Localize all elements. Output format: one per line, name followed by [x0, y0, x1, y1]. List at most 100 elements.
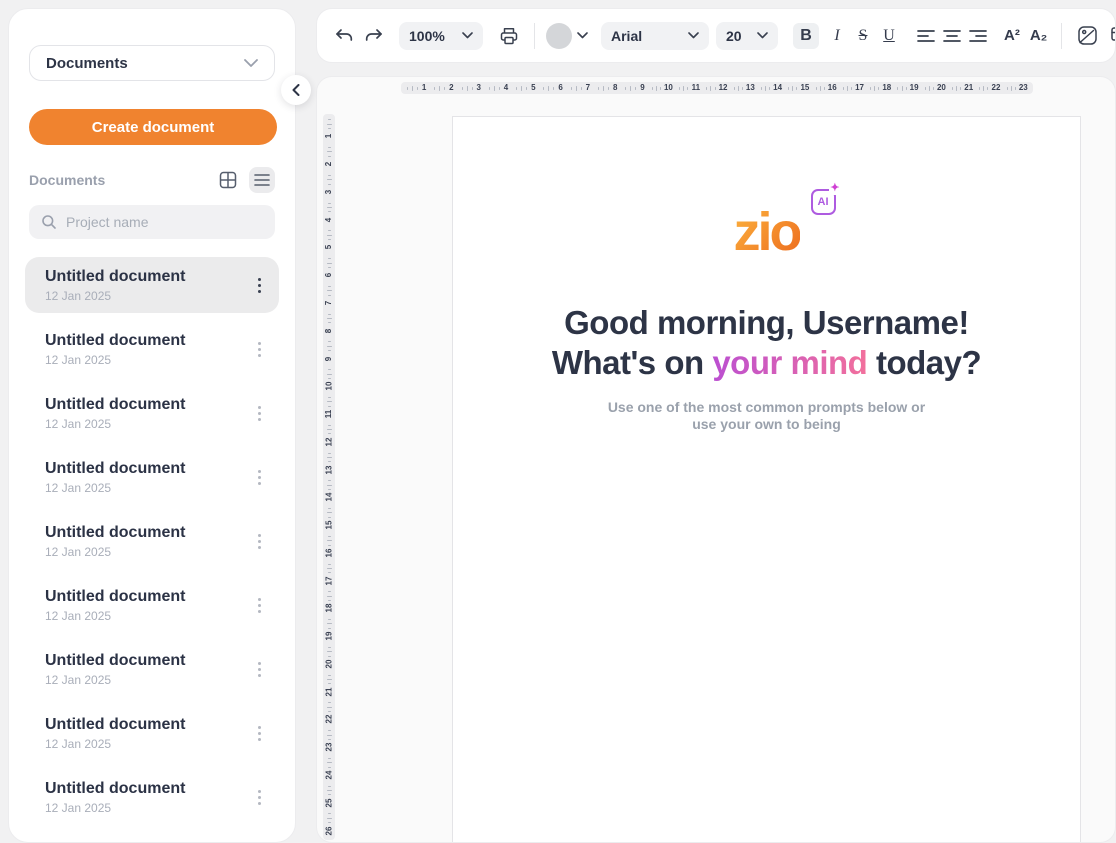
- document-options-kebab-icon[interactable]: [254, 402, 265, 425]
- undo-icon: [334, 27, 354, 45]
- grid-view-icon: [219, 171, 237, 189]
- bold-button[interactable]: B: [793, 23, 819, 49]
- ruler-cell: 15: [323, 505, 335, 533]
- document-title: Untitled document: [45, 588, 254, 606]
- document-list-item[interactable]: Untitled document 12 Jan 2025: [25, 449, 279, 505]
- ruler-cell: 7: [323, 283, 335, 311]
- sidebar-collapse-button[interactable]: [281, 75, 311, 105]
- ruler-number: 21: [964, 84, 973, 92]
- search-input[interactable]: [66, 214, 263, 230]
- ruler-number: 12: [719, 84, 728, 92]
- document-list-item[interactable]: Untitled document 12 Jan 2025: [25, 641, 279, 697]
- ruler-number: 14: [325, 493, 333, 502]
- document-title: Untitled document: [45, 396, 254, 414]
- font-family-dropdown[interactable]: Arial: [601, 22, 709, 50]
- document-options-kebab-icon[interactable]: [254, 594, 265, 617]
- zio-logo: zio AI ✦: [734, 205, 800, 259]
- document-options-kebab-icon[interactable]: [254, 786, 265, 809]
- superscript-button[interactable]: A²: [1002, 27, 1022, 44]
- ruler-number: 17: [325, 576, 333, 585]
- zoom-level-dropdown[interactable]: 100%: [399, 22, 483, 50]
- redo-button[interactable]: [361, 23, 387, 49]
- table-add-icon: [1110, 25, 1116, 46]
- document-list-item[interactable]: Untitled document 12 Jan 2025: [25, 705, 279, 761]
- ruler-cell: 24: [323, 755, 335, 783]
- documents-list-header: Documents: [29, 167, 275, 193]
- align-right-icon: [969, 29, 987, 43]
- ruler-cell: 13: [323, 449, 335, 477]
- text-color-dropdown[interactable]: [546, 23, 588, 49]
- ai-badge-label: AI: [818, 196, 829, 208]
- strikethrough-button[interactable]: S: [850, 23, 876, 49]
- document-type-dropdown[interactable]: Documents: [29, 45, 275, 81]
- document-title: Untitled document: [45, 332, 254, 350]
- ruler-number: 17: [855, 84, 864, 92]
- font-size-value: 20: [726, 28, 742, 44]
- ruler-cell: 16: [323, 532, 335, 560]
- ruler-cell: 20: [922, 82, 949, 94]
- document-options-kebab-icon[interactable]: [254, 722, 265, 745]
- ruler-cell: 23: [1004, 82, 1031, 94]
- ruler-number: 24: [325, 771, 333, 780]
- ruler-number: 7: [586, 84, 590, 92]
- document-page[interactable]: zio AI ✦ Good morning, Username! What's …: [452, 116, 1081, 843]
- ruler-cell: 10: [649, 82, 676, 94]
- document-list-item[interactable]: Untitled document 12 Jan 2025: [25, 385, 279, 441]
- document-options-kebab-icon[interactable]: [254, 274, 265, 297]
- ai-badge-icon: AI ✦: [811, 189, 836, 215]
- undo-button[interactable]: [331, 23, 357, 49]
- create-document-button[interactable]: Create document: [29, 109, 277, 145]
- search-box: [29, 205, 275, 239]
- document-item-texts: Untitled document 12 Jan 2025: [45, 268, 254, 303]
- document-date: 12 Jan 2025: [45, 353, 254, 367]
- document-options-kebab-icon[interactable]: [254, 530, 265, 553]
- ruler-cell: 19: [894, 82, 921, 94]
- ruler-number: 11: [692, 84, 700, 92]
- ruler-cell: 19: [323, 616, 335, 644]
- align-right-button[interactable]: [965, 23, 991, 49]
- document-options-kebab-icon[interactable]: [254, 658, 265, 681]
- document-list-item[interactable]: Untitled document 12 Jan 2025: [25, 321, 279, 377]
- ruler-number: 22: [325, 715, 333, 724]
- ruler-cell: 25: [323, 782, 335, 810]
- align-center-button[interactable]: [939, 23, 965, 49]
- ruler-cell: 4: [323, 199, 335, 227]
- document-list-item[interactable]: Untitled document 12 Jan 2025: [25, 257, 279, 313]
- ruler-number: 2: [325, 162, 333, 166]
- italic-button[interactable]: I: [824, 23, 850, 49]
- document-item-texts: Untitled document 12 Jan 2025: [45, 332, 254, 367]
- print-button[interactable]: [496, 23, 522, 49]
- subscript-button[interactable]: A₂: [1028, 27, 1050, 44]
- ruler-cell: 2: [430, 82, 457, 94]
- ruler-cell: 3: [323, 172, 335, 200]
- document-list-item[interactable]: Untitled document 12 Jan 2025: [25, 513, 279, 569]
- document-options-kebab-icon[interactable]: [254, 338, 265, 361]
- underline-button[interactable]: U: [876, 23, 902, 49]
- list-view-button[interactable]: [249, 167, 275, 193]
- document-list-item[interactable]: Untitled document 12 Jan 2025: [25, 769, 279, 825]
- font-size-dropdown[interactable]: 20: [716, 22, 778, 50]
- image-icon: [1077, 25, 1098, 46]
- subtitle-line1: Use one of the most common prompts below…: [608, 399, 925, 415]
- insert-table-button[interactable]: [1108, 23, 1116, 49]
- redo-icon: [364, 27, 384, 45]
- document-date: 12 Jan 2025: [45, 673, 254, 687]
- align-left-button[interactable]: [913, 23, 939, 49]
- ruler-number: 15: [800, 84, 809, 92]
- document-item-texts: Untitled document 12 Jan 2025: [45, 588, 254, 623]
- document-options-kebab-icon[interactable]: [254, 466, 265, 489]
- ruler-number: 13: [746, 84, 755, 92]
- ruler-number: 11: [325, 410, 333, 418]
- sparkle-icon: ✦: [829, 182, 840, 195]
- ruler-number: 20: [325, 659, 333, 668]
- ruler-cell: 6: [539, 82, 566, 94]
- ruler-cell: 16: [812, 82, 839, 94]
- ruler-cell: 1: [403, 82, 430, 94]
- ruler-cell: 3: [458, 82, 485, 94]
- document-list-item[interactable]: Untitled document 12 Jan 2025: [25, 577, 279, 633]
- document-date: 12 Jan 2025: [45, 481, 254, 495]
- ruler-number: 15: [325, 521, 333, 530]
- ruler-number: 16: [325, 548, 333, 557]
- grid-view-button[interactable]: [215, 167, 241, 193]
- insert-image-button[interactable]: [1074, 23, 1100, 49]
